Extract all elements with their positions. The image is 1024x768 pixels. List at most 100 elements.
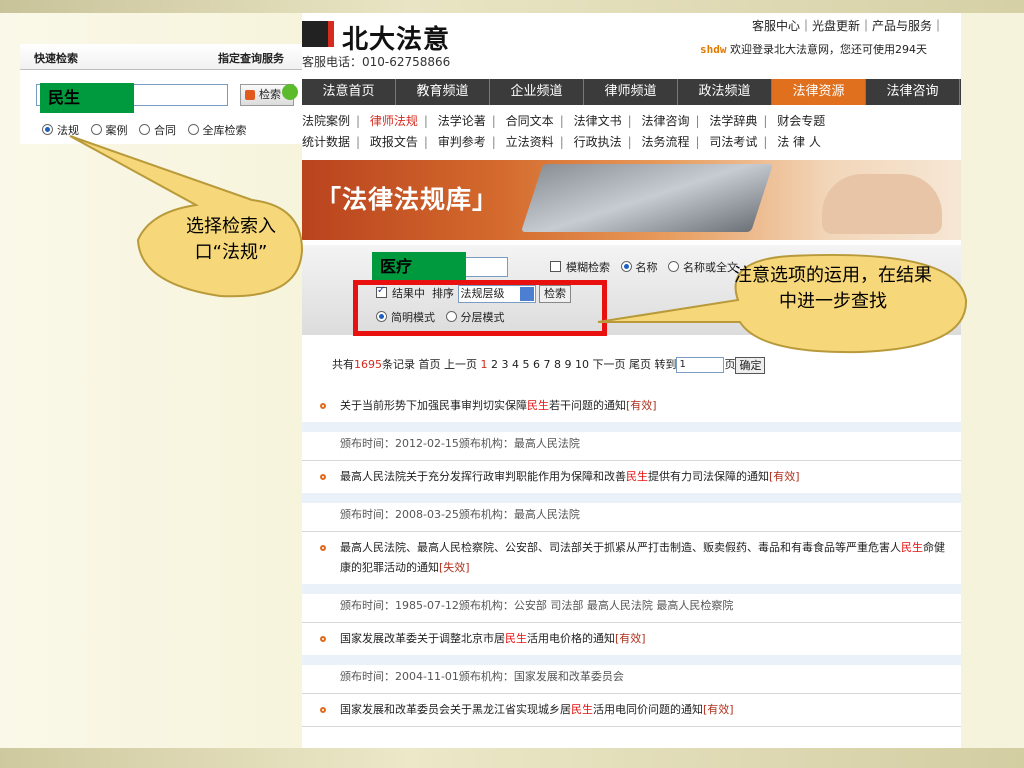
subnav-consult[interactable]: 法律咨询 <box>641 114 689 128</box>
subnav-dictionary[interactable]: 法学辞典 <box>709 114 757 128</box>
quick-search-header: 快速检索 指定查询服务 <box>20 44 302 70</box>
subnav-contracts[interactable]: 合同文本 <box>506 114 554 128</box>
pager-goto-input[interactable]: 1 <box>676 357 725 373</box>
scope-radio-law[interactable] <box>42 124 53 135</box>
quick-search-button-label: 检索 <box>259 88 281 101</box>
callout-right-text: 注意选项的运用，在结果中进一步查找 <box>734 265 932 312</box>
subnav-admin-enforce[interactable]: 行政执法 <box>574 135 622 149</box>
record-count: 1695 <box>354 358 382 371</box>
result-title[interactable]: 最高人民法院、最高人民检察院、公安部、司法部关于抓紧从严打击制造、贩卖假药、毒品… <box>302 532 961 584</box>
pager-page-unit: 页 <box>724 358 736 371</box>
bullet-icon <box>320 474 326 480</box>
bullet-icon <box>320 707 326 713</box>
subnav-lawyers[interactable]: 法 律 人 <box>777 135 821 149</box>
subnav-trial-ref[interactable]: 审判参考 <box>438 135 486 149</box>
bullet-icon <box>320 403 326 409</box>
nav-politics[interactable]: 政法频道 <box>678 79 772 105</box>
subnav-court-cases[interactable]: 法院案例 <box>302 114 350 128</box>
laptop-image <box>520 164 774 232</box>
result-meta: 颁布时间：1985-07-12颁布机构：公安部 司法部 最高人民法院 最高人民检… <box>302 584 961 622</box>
list-item: 最高人民法院、最高人民检察院、公安部、司法部关于抓紧从严打击制造、贩卖假药、毒品… <box>302 532 961 623</box>
bullet-icon <box>320 636 326 642</box>
nav-legal-resources[interactable]: 法律资源 <box>772 79 866 105</box>
pagination: 共有1695条记录 首页 上一页 1 2 3 4 5 6 7 8 9 10 下一… <box>332 356 766 374</box>
highlight-frame <box>353 280 607 336</box>
result-meta: 颁布时间：2004-11-01颁布机构：国家发展和改革委员会 <box>302 655 961 693</box>
sub-nav-row-2: 统计数据 | 政报文告 | 审判参考 | 立法资料 | 行政执法 | 法务流程 | 司法考试… <box>302 135 821 149</box>
result-title[interactable]: 关于当前形势下加强民事审判切实保障民生若干问题的通知[有效] <box>302 390 961 422</box>
subnav-gazette[interactable]: 政报文告 <box>370 135 418 149</box>
name-fulltext-radio[interactable] <box>668 261 679 272</box>
bullet-icon <box>320 545 326 551</box>
help-icon[interactable] <box>282 84 298 100</box>
hotline: 客服电话：010-62758866 <box>302 55 451 69</box>
welcome-text: shdw 欢迎登录北大法意网，您还可使用294天 <box>700 41 927 57</box>
banner: 「法律法规库」 <box>302 160 961 240</box>
slide-bottom-band <box>0 748 1024 768</box>
search-scope-options: 法规 案例 合同 全库检索 <box>42 122 255 138</box>
logo-text: 北大法意 <box>342 25 451 55</box>
nav-education[interactable]: 教育频道 <box>396 79 490 105</box>
nav-enterprise[interactable]: 企业频道 <box>490 79 584 105</box>
subnav-bar-exam[interactable]: 司法考试 <box>709 135 757 149</box>
subnav-legislation[interactable]: 立法资料 <box>506 135 554 149</box>
callout-left-text: 选择检索入口“法规” <box>186 216 276 263</box>
quick-search-title: 快速检索 <box>34 52 78 65</box>
pager-suffix: 条记录 <box>382 358 415 371</box>
main-nav: 法意首页 教育频道 企业频道 律师频道 政法频道 法律资源 法律咨询 <box>302 79 961 105</box>
pager-current: 1 <box>480 358 488 371</box>
pager-goto-label: 转到 <box>654 358 677 371</box>
top-links[interactable]: 客服中心｜光盘更新｜产品与服务｜ <box>752 17 944 34</box>
scope-label-case: 案例 <box>105 124 128 137</box>
scope-radio-all[interactable] <box>187 124 199 135</box>
welcome-message: 欢迎登录北大法意网，您还可使用294天 <box>730 43 927 56</box>
pager-pages[interactable]: 2 3 4 5 6 7 8 9 10 <box>491 358 589 371</box>
designated-service-label: 指定查询服务 <box>218 52 284 65</box>
subnav-finance[interactable]: 财会专题 <box>777 114 825 128</box>
nav-lawyer[interactable]: 律师频道 <box>584 79 678 105</box>
list-item: 关于当前形势下加强民事审判切实保障民生若干问题的通知[有效] 颁布时间：2012… <box>302 390 961 461</box>
hand-image <box>822 174 942 234</box>
pager-confirm-button[interactable]: 确定 <box>735 356 766 374</box>
name-label: 名称 <box>635 261 658 274</box>
main-page: 北大法意 客服电话：010-62758866 客服中心｜光盘更新｜产品与服务｜ … <box>302 13 961 748</box>
scope-label-all: 全库检索 <box>202 124 247 137</box>
name-radio[interactable] <box>620 261 632 272</box>
scope-label-contract: 合同 <box>154 124 176 137</box>
scope-radio-case[interactable] <box>90 124 102 135</box>
keyword-tag-yiliao: 医疗 <box>372 252 466 282</box>
sub-nav: 法院案例 | 律师法规 | 法学论著 | 合同文本 | 法律文书 | 法律咨询 | 法学辞典… <box>302 111 825 153</box>
result-title[interactable]: 国家发展改革委关于调整北京市居民生活用电价格的通知[有效] <box>302 623 961 655</box>
subnav-legal-works[interactable]: 法学论著 <box>438 114 486 128</box>
pager-last[interactable]: 尾页 <box>629 358 651 371</box>
subnav-lawyer-regs[interactable]: 律师法规 <box>370 114 418 128</box>
result-meta: 颁布时间：2012-02-15颁布机构：最高人民法院 <box>302 422 961 460</box>
result-title[interactable]: 国家发展和改革委员会关于黑龙江省实现城乡居民生活用电同价问题的通知[有效] <box>302 694 961 726</box>
scope-radio-contract[interactable] <box>139 124 150 135</box>
subnav-legal-docs[interactable]: 法律文书 <box>574 114 622 128</box>
keyword-tag-minsheng: 民生 <box>40 83 134 113</box>
subnav-process[interactable]: 法务流程 <box>641 135 689 149</box>
result-meta: 颁布时间：2008-03-25颁布机构：最高人民法院 <box>302 493 961 531</box>
logo-mark-icon <box>302 21 334 47</box>
subnav-statistics[interactable]: 统计数据 <box>302 135 350 149</box>
nav-legal-consult[interactable]: 法律咨询 <box>866 79 960 105</box>
result-title[interactable]: 最高人民法院关于充分发挥行政审判职能作用为保障和改善民生提供有力司法保障的通知[… <box>302 461 961 493</box>
pager-prefix: 共有 <box>332 358 354 371</box>
fuzzy-label: 模糊检索 <box>566 261 610 274</box>
pager-first[interactable]: 首页 <box>419 358 441 371</box>
pager-prev[interactable]: 上一页 <box>444 358 477 371</box>
pager-next[interactable]: 下一页 <box>592 358 625 371</box>
username: shdw <box>700 43 727 56</box>
search-icon <box>245 90 255 100</box>
list-item: 最高人民法院关于充分发挥行政审判职能作用为保障和改善民生提供有力司法保障的通知[… <box>302 461 961 532</box>
fuzzy-checkbox[interactable] <box>550 261 561 272</box>
scope-label-law: 法规 <box>57 124 79 137</box>
banner-title: 「法律法规库」 <box>316 185 499 214</box>
list-item: 国家发展和改革委员会关于黑龙江省实现城乡居民生活用电同价问题的通知[有效] <box>302 694 961 727</box>
slide-top-band <box>0 0 1024 13</box>
nav-home[interactable]: 法意首页 <box>302 79 396 105</box>
result-list: 关于当前形势下加强民事审判切实保障民生若干问题的通知[有效] 颁布时间：2012… <box>302 390 961 727</box>
search-options-row: 模糊检索 名称 名称或全文 <box>550 259 738 275</box>
sub-nav-row-1: 法院案例 | 律师法规 | 法学论著 | 合同文本 | 法律文书 | 法律咨询 | 法学辞典… <box>302 114 826 128</box>
